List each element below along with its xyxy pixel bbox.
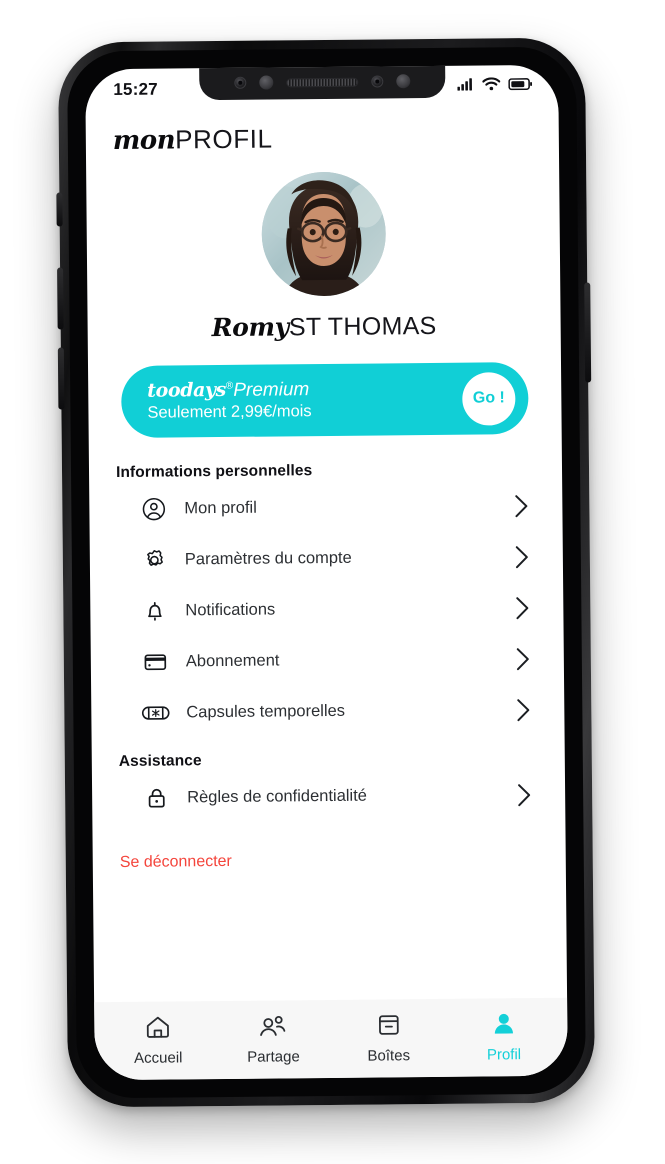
box-icon <box>376 1012 401 1042</box>
gear-icon <box>139 548 169 573</box>
user-name: RomyST THOMAS <box>115 310 534 344</box>
status-icons <box>457 77 533 96</box>
chevron-right-icon <box>513 493 530 519</box>
tab-accueil[interactable]: Accueil <box>100 1014 216 1067</box>
credit-card-icon <box>140 650 170 675</box>
capsule-icon <box>140 701 170 726</box>
chevron-right-icon <box>514 595 531 621</box>
phone-device: 15:27 monPROFIL RomyST THOMAS toodays®Pr… <box>56 37 596 1108</box>
battery-icon <box>508 77 533 95</box>
front-sensor-icon <box>233 76 246 89</box>
people-icon <box>259 1013 288 1043</box>
page-title-bold: mon <box>112 125 176 157</box>
silent-switch-button[interactable] <box>56 192 63 227</box>
premium-banner[interactable]: toodays®Premium Seulement 2,99€/mois Go … <box>121 362 529 438</box>
page-title: monPROFIL <box>112 123 532 157</box>
tab-label: Partage <box>247 1048 300 1066</box>
lock-icon <box>141 786 171 811</box>
tab-label: Boîtes <box>367 1047 411 1065</box>
menu-item-label: Capsules temporelles <box>186 701 346 722</box>
tab-label: Accueil <box>134 1049 183 1067</box>
page-title-light: PROFIL <box>174 123 273 155</box>
front-camera-icon <box>258 75 273 90</box>
menu-item-label: Notifications <box>185 600 276 620</box>
premium-go-button[interactable]: Go ! <box>462 371 516 426</box>
user-last-name: ST THOMAS <box>288 311 437 342</box>
menu-item-parametres-du-compte[interactable]: Paramètres du compte <box>117 531 536 586</box>
menu-item-label: Mon profil <box>184 498 257 518</box>
bell-icon <box>139 599 169 624</box>
tab-profil[interactable]: Profil <box>446 1011 562 1064</box>
user-circle-icon <box>138 497 168 522</box>
signal-icon <box>457 78 474 96</box>
premium-price: Seulement 2,99€/mois <box>147 401 312 422</box>
chevron-right-icon <box>515 697 532 723</box>
volume-up-button[interactable] <box>57 267 64 330</box>
menu-item-label: Abonnement <box>185 651 280 671</box>
chevron-right-icon <box>516 782 533 808</box>
status-time: 15:27 <box>113 79 158 100</box>
tab-boites[interactable]: Boîtes <box>331 1012 447 1065</box>
ambient-light-sensor-icon <box>395 74 410 89</box>
premium-plan: Premium <box>233 379 310 402</box>
menu-item-notifications[interactable]: Notifications <box>117 582 536 637</box>
screen-content: monPROFIL RomyST THOMAS toodays®Premium … <box>86 107 568 1081</box>
avatar[interactable] <box>260 171 386 297</box>
bottom-tab-bar: Accueil Partage Boîtes Profil <box>94 997 568 1081</box>
menu-item-label: Paramètres du compte <box>184 548 352 569</box>
logout-link[interactable]: Se déconnecter <box>120 850 539 872</box>
menu-item-abonnement[interactable]: Abonnement <box>118 633 537 688</box>
wifi-icon <box>482 77 501 95</box>
user-first-name: Romy <box>211 312 290 343</box>
avatar-photo <box>260 171 386 297</box>
premium-title: toodays®Premium <box>147 379 311 402</box>
premium-brand: toodays <box>147 379 227 403</box>
proximity-sensor-icon <box>370 75 383 88</box>
registered-mark-icon: ® <box>225 380 234 392</box>
device-bezel: 15:27 monPROFIL RomyST THOMAS toodays®Pr… <box>66 46 587 1099</box>
phone-screen: 15:27 monPROFIL RomyST THOMAS toodays®Pr… <box>85 64 568 1081</box>
notch <box>198 64 445 101</box>
chevron-right-icon <box>515 646 532 672</box>
earpiece-speaker-icon <box>285 77 358 87</box>
power-button[interactable] <box>584 282 592 383</box>
section-heading-personal: Informations personnelles <box>115 462 313 482</box>
chevron-right-icon <box>514 544 531 570</box>
section-heading-assistance: Assistance <box>118 752 202 771</box>
menu-item-mon-profil[interactable]: Mon profil <box>116 480 535 535</box>
premium-text: toodays®Premium Seulement 2,99€/mois <box>147 379 312 422</box>
tab-label: Profil <box>486 1046 522 1064</box>
menu-item-label: Règles de confidentialité <box>187 786 368 807</box>
person-icon <box>491 1011 516 1041</box>
home-icon <box>144 1015 171 1045</box>
volume-down-button[interactable] <box>57 347 65 410</box>
tab-partage[interactable]: Partage <box>215 1013 331 1066</box>
menu-item-capsules-temporelles[interactable]: Capsules temporelles <box>118 684 537 739</box>
menu-item-regles-de-confidentialite[interactable]: Règles de confidentialité <box>119 769 538 824</box>
